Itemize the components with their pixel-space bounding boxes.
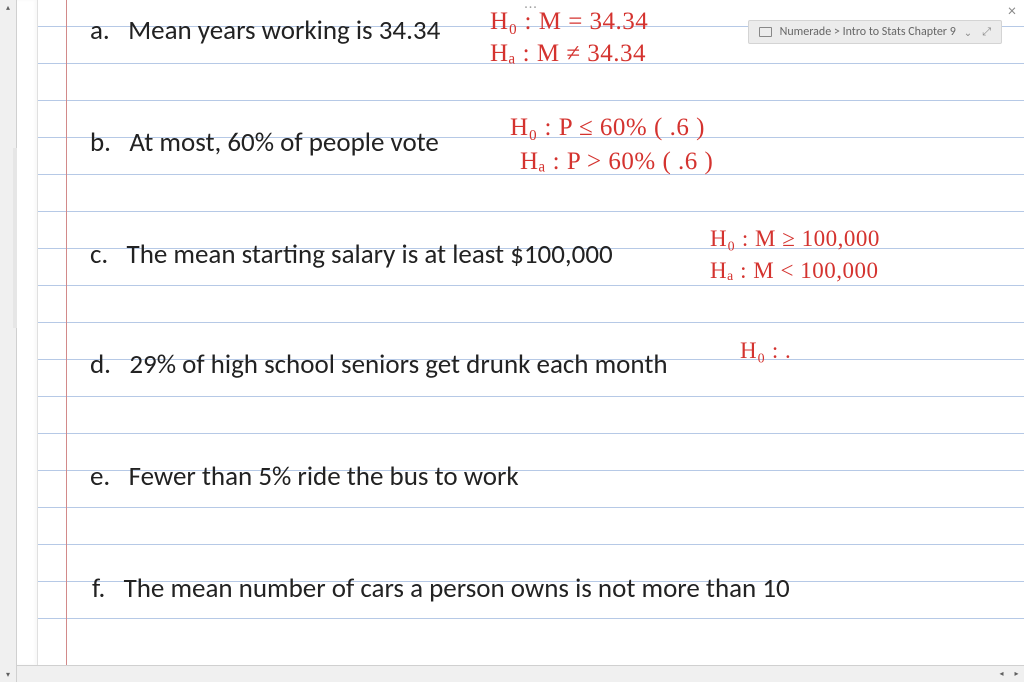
- item-a-text: Mean years working is 34.34: [128, 14, 440, 47]
- item-f-text: The mean number of cars a person owns is…: [124, 572, 790, 605]
- item-f: f. The mean number of cars a person owns…: [92, 572, 790, 605]
- item-d-label: d.: [90, 348, 111, 381]
- item-b-text: At most, 60% of people vote: [129, 126, 439, 159]
- item-d-h0: H₀ : .: [740, 338, 791, 364]
- item-c-ha: Hₐ : M < 100,000: [710, 258, 878, 284]
- scroll-up-icon[interactable]: ▴: [1, 0, 16, 15]
- item-b-ha: Hₐ : P > 60% ( .6 ): [520, 148, 713, 176]
- item-c-label: c.: [90, 238, 108, 271]
- item-e-label: e.: [90, 460, 110, 493]
- scroll-left-icon[interactable]: ◂: [994, 667, 1009, 682]
- item-d-text: 29% of high school seniors get drunk eac…: [129, 348, 667, 381]
- notebook-page: ... × Numerade > Intro to Stats Chapter …: [38, 0, 1024, 665]
- item-a-ha: Hₐ : M ≠ 34.34: [490, 40, 646, 68]
- item-e: e. Fewer than 5% ride the bus to work: [90, 460, 519, 493]
- scroll-down-icon[interactable]: ▾: [1, 667, 16, 682]
- item-b: b. At most, 60% of people vote: [90, 126, 439, 159]
- vertical-scrollbar[interactable]: ▴ ▾: [0, 0, 17, 682]
- item-a-label: a.: [90, 14, 110, 47]
- item-f-label: f.: [92, 572, 105, 605]
- horizontal-scrollbar[interactable]: ◂ ▸: [17, 665, 1024, 682]
- item-a: a. Mean years working is 34.34: [90, 14, 440, 47]
- item-b-h0: H₀ : P ≤ 60% ( .6 ): [510, 114, 705, 142]
- content-area: a. Mean years working is 34.34 H₀ : M = …: [90, 0, 1024, 665]
- item-c-h0: H₀ : M ≥ 100,000: [710, 226, 880, 252]
- item-e-text: Fewer than 5% ride the bus to work: [129, 460, 519, 493]
- item-c-text: The mean starting salary is at least $10…: [127, 238, 613, 271]
- item-c: c. The mean starting salary is at least …: [90, 238, 613, 271]
- item-a-h0: H₀ : M = 34.34: [490, 8, 648, 36]
- scroll-right-icon[interactable]: ▸: [1009, 667, 1024, 682]
- item-d: d. 29% of high school seniors get drunk …: [90, 348, 668, 381]
- page-left-edge: [17, 0, 38, 665]
- margin-line: [66, 0, 67, 665]
- item-b-label: b.: [90, 126, 111, 159]
